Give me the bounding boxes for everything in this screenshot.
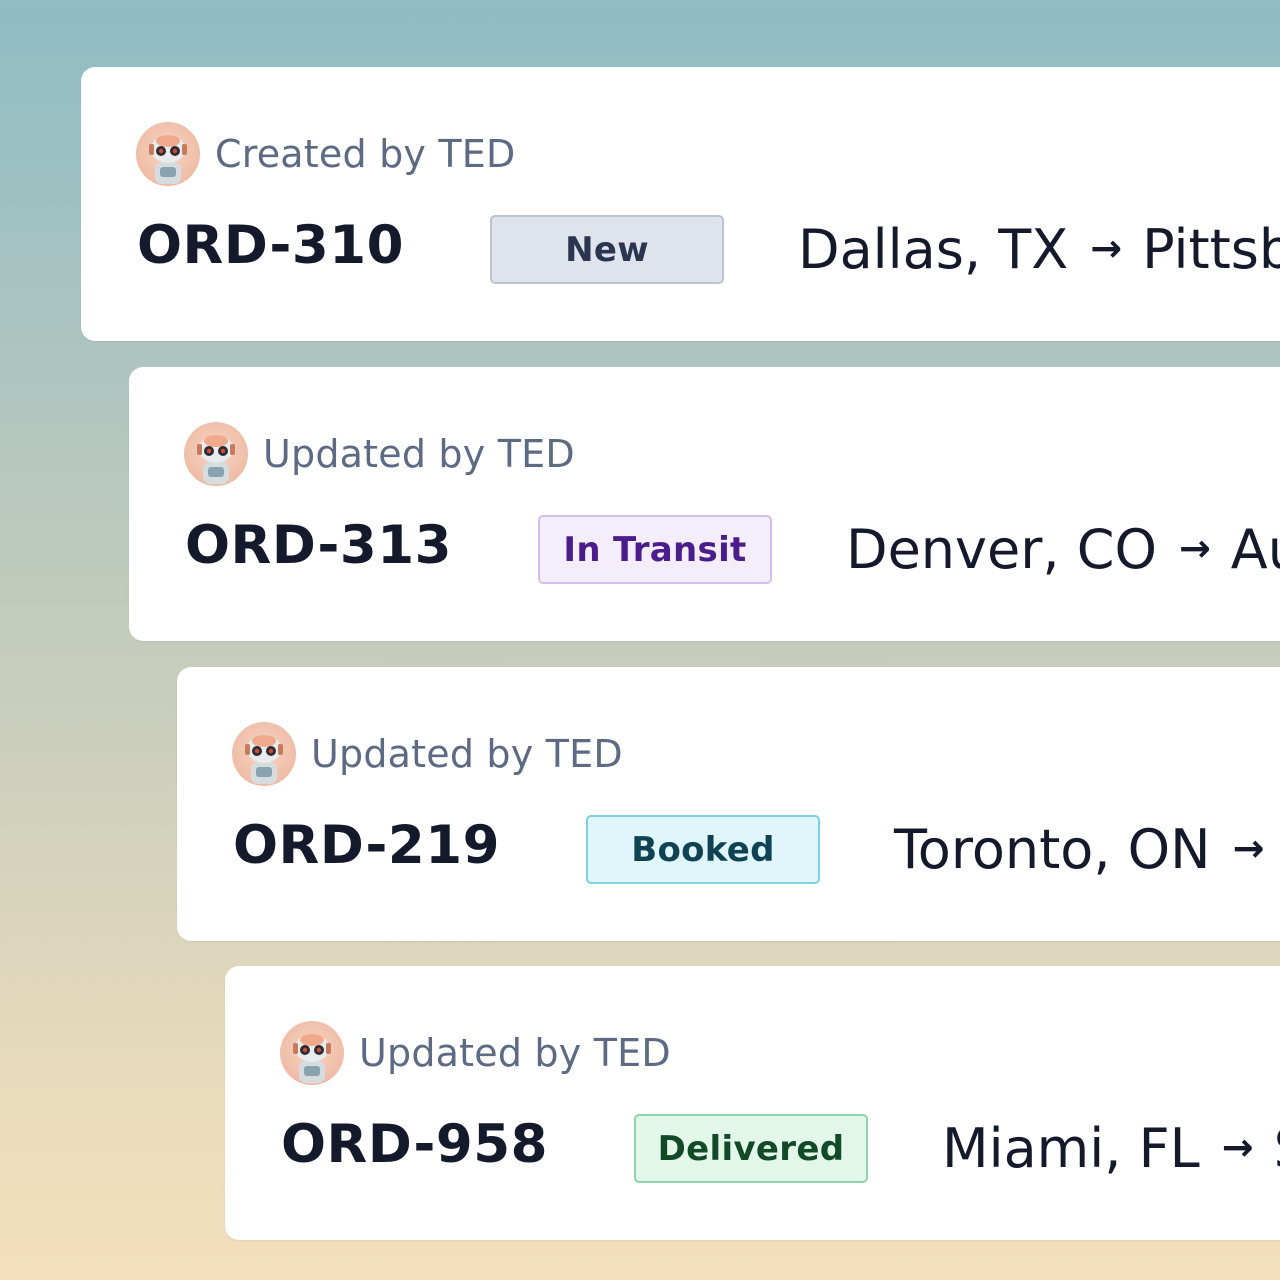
order-card[interactable]: Created by TED ORD-310 New Dallas, TX → …	[81, 67, 1280, 341]
route-origin: Miami, FL	[942, 1117, 1200, 1180]
route: Miami, FL → S	[942, 1114, 1280, 1183]
status-badge: In Transit	[538, 515, 772, 584]
author-label: Updated by TED	[359, 1031, 671, 1075]
arrow-right-icon: →	[1178, 525, 1211, 570]
robot-avatar-icon	[232, 722, 296, 786]
arrow-right-icon: →	[1232, 825, 1265, 870]
robot-avatar-icon	[184, 422, 248, 486]
order-card[interactable]: Updated by TED ORD-313 In Transit Denver…	[129, 367, 1280, 641]
order-card[interactable]: Updated by TED ORD-958 Delivered Miami, …	[225, 966, 1280, 1240]
route-origin: Denver, CO	[846, 518, 1157, 581]
route: Denver, CO → Au	[846, 515, 1280, 584]
order-card[interactable]: Updated by TED ORD-219 Booked Toronto, O…	[177, 667, 1280, 941]
order-id[interactable]: ORD-313	[185, 515, 452, 576]
author-label: Updated by TED	[311, 732, 623, 776]
status-badge: Booked	[586, 815, 820, 884]
status-badge: Delivered	[634, 1114, 868, 1183]
route: Dallas, TX → Pittsb	[798, 215, 1280, 284]
route-origin: Toronto, ON	[894, 818, 1211, 881]
route-destination: Pittsb	[1142, 218, 1280, 281]
arrow-right-icon: →	[1221, 1124, 1254, 1169]
order-id[interactable]: ORD-958	[281, 1114, 548, 1175]
author-label: Created by TED	[215, 132, 516, 176]
author-row: Updated by TED	[280, 1021, 671, 1085]
status-badge: New	[490, 215, 724, 284]
route-destination: S	[1274, 1117, 1280, 1180]
order-id[interactable]: ORD-219	[233, 815, 500, 876]
author-label: Updated by TED	[263, 432, 575, 476]
route: Toronto, ON →	[894, 815, 1280, 884]
author-row: Updated by TED	[232, 722, 623, 786]
robot-avatar-icon	[136, 122, 200, 186]
author-row: Created by TED	[136, 122, 515, 186]
arrow-right-icon: →	[1090, 225, 1123, 270]
order-id[interactable]: ORD-310	[137, 215, 404, 276]
route-origin: Dallas, TX	[798, 218, 1069, 281]
route-destination: Au	[1230, 518, 1280, 581]
author-row: Updated by TED	[184, 422, 575, 486]
robot-avatar-icon	[280, 1021, 344, 1085]
